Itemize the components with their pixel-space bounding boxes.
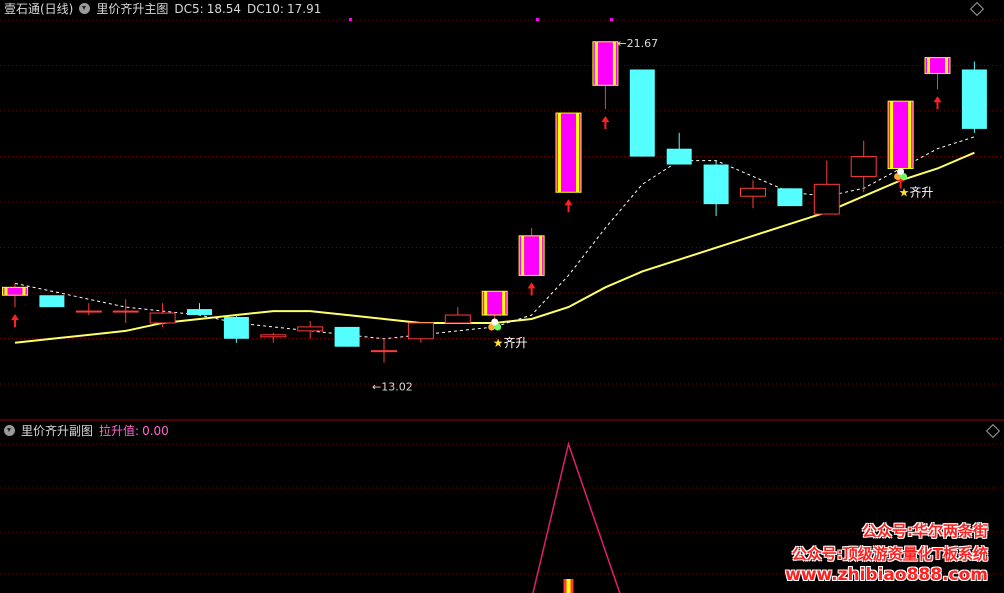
signal-stripe — [945, 57, 948, 74]
pull-value: 0.00 — [142, 424, 169, 438]
candle-body-up — [75, 310, 102, 313]
candle-body-up — [297, 326, 324, 332]
candle-body-up — [371, 350, 397, 353]
watermark-line-1: 公众号:华尔两条街 — [862, 522, 988, 540]
up-arrow-head-icon — [601, 116, 610, 123]
pull-value-label: 拉升值: — [99, 424, 140, 438]
candle-body-down — [223, 317, 249, 339]
candle-body-down — [703, 164, 729, 205]
candle-body-down — [777, 188, 803, 207]
dc10-label: DC10: — [247, 2, 284, 16]
marker-dot — [349, 18, 352, 21]
candle-body-up — [850, 156, 877, 177]
sub-indicator-name[interactable]: 里价齐升副图 — [21, 424, 93, 438]
signal-stripe — [908, 101, 912, 169]
candle-body-up — [813, 183, 840, 215]
signal-ball-icon — [897, 167, 905, 175]
signal-star-label: ★齐升 — [899, 184, 934, 199]
signal-stripe — [612, 41, 616, 86]
pull-value-spike — [532, 441, 621, 593]
signal-stripe — [4, 287, 8, 296]
signal-stripe — [22, 287, 26, 296]
signal-stripe — [558, 113, 561, 193]
candle-body-up — [260, 334, 287, 338]
sub-header: 里价齐升副图 拉升值: 0.00 — [4, 422, 175, 440]
dc10-value: 17.91 — [286, 2, 322, 16]
up-arrow-head-icon — [564, 199, 573, 206]
signal-stripe — [576, 113, 579, 193]
candle-body-down — [666, 148, 692, 165]
candle-body-up — [740, 187, 766, 197]
main-header: 壹石通(日线) 里价齐升主图 DC5: 18.54 DC10: 17.91 — [4, 0, 327, 18]
pull-value-bar-stripe — [566, 579, 571, 593]
stock-title[interactable]: 壹石通(日线) — [4, 2, 73, 16]
up-arrow-head-icon — [527, 282, 536, 289]
signal-stripe — [484, 291, 488, 316]
candle-body-down — [187, 309, 212, 316]
marker-dot — [536, 18, 539, 21]
watermark-line-2: 公众号:顶级游资量化T板系统 — [791, 545, 988, 563]
up-arrow-head-icon — [11, 314, 19, 321]
candle-body-up — [149, 312, 176, 324]
indicator-menu-icon[interactable] — [79, 3, 91, 14]
signal-stripe — [594, 41, 598, 86]
watermark-url: www.zhibiao888.com — [785, 565, 988, 585]
dc5-label: DC5: — [174, 2, 204, 16]
low-price-label: ←13.02 — [372, 381, 413, 394]
signal-stripe — [502, 291, 506, 316]
chart-stage: ←21.67 ←13.02 ★齐升 ★齐升 壹石通(日线) 里价齐升主图 DC5: 18.5… — [0, 0, 1004, 593]
signal-stripe — [521, 235, 525, 276]
high-price-label: ←21.67 — [617, 37, 658, 50]
main-indicator-name[interactable]: 里价齐升主图 — [96, 2, 168, 16]
candle-body-up — [444, 314, 471, 324]
marker-dot — [610, 18, 613, 21]
kline-chart: ←21.67 ←13.02 ★齐升 ★齐升 — [0, 18, 1004, 593]
signal-stripe — [890, 101, 894, 169]
signal-star-label: ★齐升 — [493, 335, 528, 350]
candle-body-down — [334, 326, 360, 347]
candle-body-up — [407, 322, 434, 340]
candle-body-down — [961, 69, 987, 129]
up-arrow-head-icon — [933, 96, 942, 103]
candle-body-up — [112, 310, 139, 313]
sub-indicator-menu-icon[interactable] — [4, 425, 15, 436]
signal-stripe — [539, 235, 543, 276]
dc5-value: 18.54 — [206, 2, 242, 16]
signal-stripe — [927, 57, 930, 74]
candle-body-down — [629, 69, 655, 157]
candle-body-down — [39, 295, 65, 308]
signal-ball-icon — [491, 318, 499, 326]
